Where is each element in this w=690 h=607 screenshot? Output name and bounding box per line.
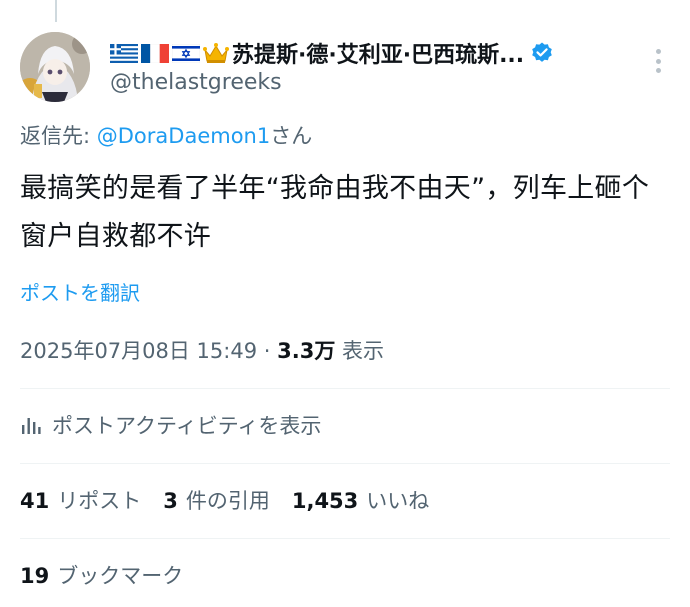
tweet-text: 最搞笑的是看了半年“我命由我不由天”，列车上砸个窗户自救都不许 [20, 173, 650, 252]
crown-icon [203, 43, 229, 63]
views-count: 3.3万 [277, 339, 336, 363]
more-options-button[interactable] [646, 46, 670, 76]
israel-flag-icon [172, 43, 200, 63]
verified-badge-icon [532, 42, 552, 62]
reposts-label: リポスト [57, 489, 142, 513]
tweet-meta: 2025年07月08日 15:49 · 3.3万 表示 [20, 335, 384, 365]
more-dot-icon [655, 49, 661, 54]
avatar[interactable] [20, 32, 90, 102]
tweet-header: 苏提斯·德·艾利亚·巴西琉斯... @thelastgreeks [20, 32, 680, 104]
author-name-row[interactable]: 苏提斯·德·艾利亚·巴西琉斯... [110, 36, 630, 70]
thread-connector-line [55, 0, 57, 22]
reply-to-mention-link[interactable]: @DoraDaemon1 [97, 124, 270, 148]
tweet-detail: 苏提斯·德·艾利亚·巴西琉斯... @thelastgreeks 返信先: @D… [0, 0, 690, 607]
divider [20, 388, 670, 389]
reply-to-suffix: さん [270, 124, 313, 148]
likes-label: いいね [366, 489, 430, 513]
translate-post-link[interactable]: ポストを翻訳 [20, 277, 140, 306]
greece-flag-icon [110, 43, 138, 63]
post-activity-label: ポストアクティビティを表示 [52, 414, 322, 438]
analytics-icon [22, 418, 41, 434]
bookmarks-count: 19 [20, 564, 50, 588]
more-dot-icon [655, 58, 661, 64]
engagement-stats: 41 リポスト 3 件の引用 1,453 いいね [20, 485, 451, 515]
divider [20, 463, 670, 464]
views-label: 表示 [335, 339, 385, 363]
reply-to-label: 返信先: [20, 124, 97, 148]
likes-stat[interactable]: 1,453 いいね [292, 485, 429, 515]
tweet-timestamp[interactable]: 2025年07月08日 15:49 [20, 339, 257, 363]
more-dot-icon [655, 68, 661, 73]
reposts-stat[interactable]: 41 リポスト [20, 485, 141, 515]
quotes-count: 3 [163, 489, 178, 513]
bookmarks-label: ブックマーク [57, 564, 184, 588]
author-display-name[interactable]: 苏提斯·德·艾利亚·巴西琉斯... [232, 37, 524, 69]
author-handle[interactable]: @thelastgreeks [110, 70, 282, 95]
post-activity-button[interactable]: ポストアクティビティを表示 [20, 410, 321, 440]
meta-separator: · [257, 339, 278, 363]
quotes-stat[interactable]: 3 件の引用 [163, 485, 270, 515]
quotes-label: 件の引用 [185, 489, 270, 513]
reposts-count: 41 [20, 489, 50, 513]
reply-to-line: 返信先: @DoraDaemon1さん [20, 120, 312, 150]
divider [20, 538, 670, 539]
bookmarks-stat[interactable]: 19 ブックマーク [20, 560, 183, 590]
likes-count: 1,453 [291, 489, 359, 513]
france-flag-icon [141, 43, 169, 63]
